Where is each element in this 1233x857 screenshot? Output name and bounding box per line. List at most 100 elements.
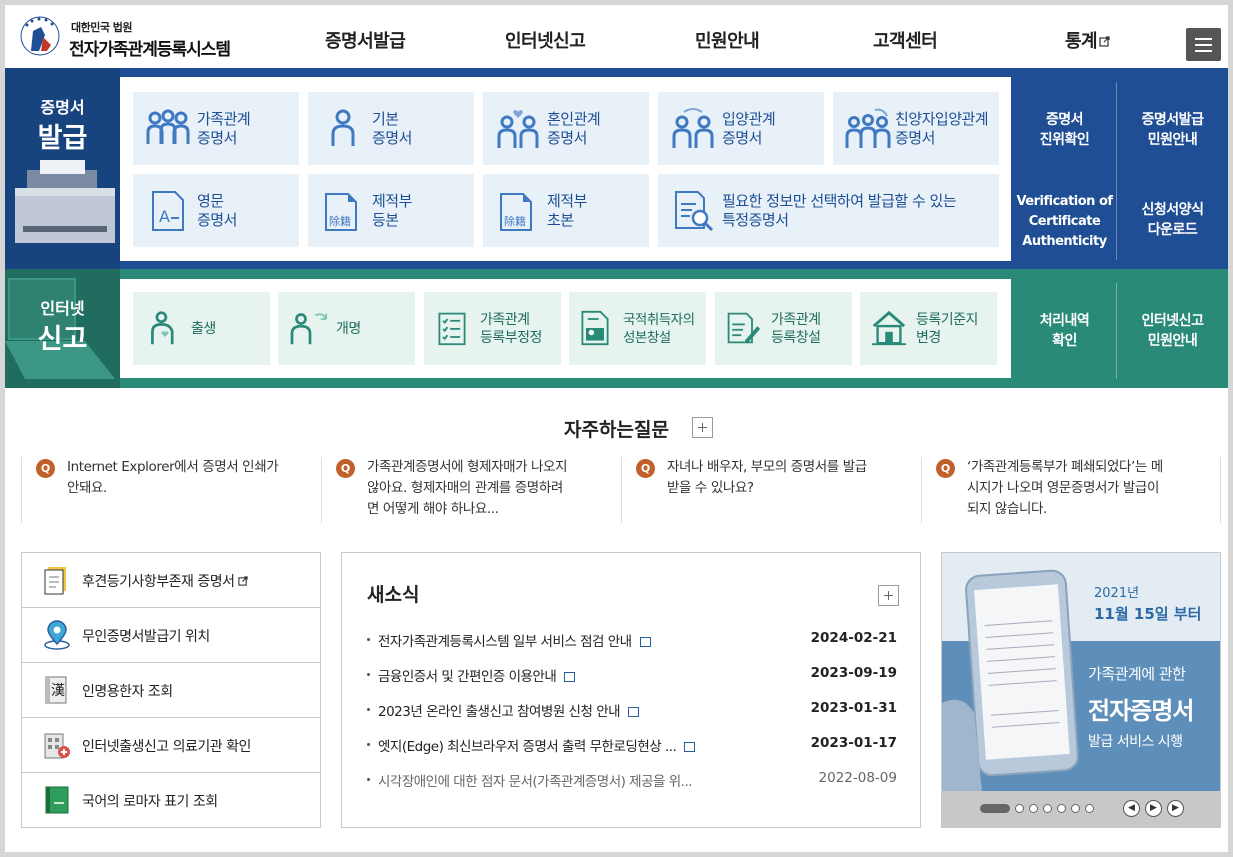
quick-link-hospital-check[interactable]: 인터넷출생신고 의료기관 확인	[22, 718, 320, 773]
banner-line1: 가족관계에 관한	[1088, 665, 1186, 683]
card-label: 등록기준지 변경	[916, 312, 978, 346]
faq-question: 가족관계증명서에 형제자매가 나오지 않아요. 형제자매의 관계를 증명하려 면…	[367, 459, 568, 517]
nav-customer[interactable]: 고객센터	[873, 27, 938, 53]
faq-more-button[interactable]	[692, 417, 713, 438]
card-rename[interactable]: 개명	[278, 292, 415, 365]
card-base-change[interactable]: 등록기준지 변경	[860, 292, 997, 365]
phone-certificate-illustration	[942, 569, 1079, 791]
pagination-dot[interactable]	[1071, 804, 1080, 813]
news-item-title: 금융인증서 및 간편인증 이용안내	[378, 665, 576, 685]
quick-link-label: 국어의 로마자 표기 조회	[82, 794, 218, 810]
bullet	[367, 708, 370, 711]
card-label: 혼인관계 증명서	[547, 110, 601, 147]
pagination-dot[interactable]	[1015, 804, 1024, 813]
quick-link-name-hanja[interactable]: 漢 인명용한자 조회	[22, 663, 320, 718]
card-specific-certificate[interactable]: 필요한 정보만 선택하여 발급할 수 있는 특정증명서	[658, 174, 999, 247]
nav-civil[interactable]: 민원안내	[695, 27, 760, 53]
faq-item[interactable]: Q ‘가족관계등록부가 폐쇄되었다’는 메 시지가 나오며 영문증명서가 발급이…	[921, 455, 1221, 523]
question-icon: Q	[36, 459, 55, 478]
news-item-title: 시각장애인에 대한 점자 문서(가족관계증명서) 제공을 위...	[378, 774, 693, 790]
faq-item[interactable]: Q Internet Explorer에서 증명서 인쇄가 안돼요.	[21, 455, 321, 523]
card-removed-register-abstract[interactable]: 除籍 제적부 초본	[483, 174, 649, 247]
card-label: 개명	[336, 321, 361, 337]
bullet	[367, 778, 370, 781]
hamburger-icon[interactable]	[1186, 28, 1221, 61]
report-section: 인터넷 신고 출생 개명 가족관계 등록부정정 국적취득자의 성본창설 가족관계…	[5, 269, 1228, 388]
next-arrow-icon[interactable]: ▶	[1167, 800, 1184, 817]
card-label: 제적부 등본	[372, 192, 412, 229]
green-book-icon	[45, 786, 69, 814]
quick-link-guardianship[interactable]: 후견등기사항부존재 증명서	[22, 553, 320, 608]
quick-links: 후견등기사항부존재 증명서 무인증명서발급기 위치 漢 인명용한자 조회 인터넷…	[21, 552, 321, 828]
issue-civil-guide-link[interactable]: 증명서발급 민원안내	[1117, 110, 1228, 150]
form-download-link[interactable]: 신청서양식 다운로드	[1117, 200, 1228, 240]
pause-icon[interactable]: ▶	[1145, 800, 1162, 817]
news-item[interactable]: 2023년 온라인 출생신고 참여병원 신청 안내 2023-01-31	[367, 700, 897, 722]
new-post-icon	[639, 637, 651, 647]
pagination-dot[interactable]	[1085, 804, 1094, 813]
person-icon	[331, 109, 355, 146]
new-post-icon	[628, 707, 640, 717]
svg-text:除籍: 除籍	[329, 214, 351, 228]
pagination-dot[interactable]	[1043, 804, 1052, 813]
question-icon: Q	[936, 459, 955, 478]
section-label-small: 인터넷	[40, 299, 85, 318]
page: 대한민국 법원 전자가족관계등록시스템 증명서발급 인터넷신고 민원안내 고객센…	[5, 5, 1228, 852]
quick-link-label: 인명용한자 조회	[82, 684, 173, 700]
card-full-adoption-certificate[interactable]: 친양자입양관계 증명서	[833, 92, 999, 165]
card-basic-certificate[interactable]: 기본 증명서	[308, 92, 474, 165]
svg-text:漢: 漢	[51, 683, 65, 699]
news-item-date: 2023-01-31	[810, 700, 897, 716]
news-title: 새소식	[367, 584, 420, 606]
card-register-correction[interactable]: 가족관계 등록부정정	[424, 292, 561, 365]
nav-certificate[interactable]: 증명서발급	[325, 27, 406, 53]
card-english-certificate[interactable]: A 영문 증명서	[133, 174, 299, 247]
card-birth[interactable]: 출생	[133, 292, 270, 365]
pagination-dot[interactable]	[1029, 804, 1038, 813]
report-section-label: 인터넷 신고	[5, 269, 120, 388]
card-removed-register-copy[interactable]: 除籍 제적부 등본	[308, 174, 474, 247]
nav-report[interactable]: 인터넷신고	[505, 27, 586, 53]
banner-year: 2021년	[1094, 586, 1140, 601]
news-item[interactable]: 시각장애인에 대한 점자 문서(가족관계증명서) 제공을 위... 2022-0…	[367, 770, 897, 792]
faq-item[interactable]: Q 가족관계증명서에 형제자매가 나오지 않아요. 형제자매의 관계를 증명하려…	[321, 455, 621, 523]
news-panel: 새소식 전자가족관계등록시스템 일부 서비스 점검 안내 2024-02-21 …	[341, 552, 921, 828]
card-register-creation[interactable]: 가족관계 등록창설	[715, 292, 852, 365]
news-item[interactable]: 금융인증서 및 간편인증 이용안내 2023-09-19	[367, 665, 897, 687]
quick-link-label: 후견등기사항부존재 증명서	[82, 571, 248, 591]
hospital-icon	[44, 733, 70, 759]
quick-link-kiosk-location[interactable]: 무인증명서발급기 위치	[22, 608, 320, 663]
banner-date: 11월 15일 부터	[1094, 605, 1202, 623]
nav-stats[interactable]: 통계	[1065, 27, 1110, 53]
nationality-icon	[581, 310, 609, 346]
site-logo[interactable]: 대한민국 법원 전자가족관계등록시스템	[19, 13, 249, 61]
promo-banner[interactable]: 2021년 11월 15일 부터 가족관계에 관한 전자증명서 발급 서비스 시…	[941, 552, 1221, 828]
news-item[interactable]: 엣지(Edge) 최신브라우저 증명서 출력 무한로딩현상 ... 2023-0…	[367, 735, 897, 757]
news-item-title: 2023년 온라인 출생신고 참여병원 신청 안내	[378, 700, 640, 720]
pagination-dot-active[interactable]	[980, 804, 1010, 813]
report-civil-guide-link[interactable]: 인터넷신고 민원안내	[1117, 311, 1228, 351]
quick-link-romanization[interactable]: 국어의 로마자 표기 조회	[22, 773, 320, 828]
card-marriage-certificate[interactable]: 혼인관계 증명서	[483, 92, 649, 165]
removed-register-icon: 除籍	[500, 193, 532, 231]
external-link-icon	[237, 576, 248, 586]
location-icon	[44, 620, 70, 650]
process-history-link[interactable]: 처리내역 확인	[1013, 311, 1116, 351]
news-more-button[interactable]	[878, 585, 899, 606]
main-nav: 증명서발급 인터넷신고 민원안내 고객센터 통계	[275, 5, 1115, 68]
faq-item[interactable]: Q 자녀나 배우자, 부모의 증명서를 발급 받을 수 있나요?	[621, 455, 921, 523]
card-adoption-certificate[interactable]: 입양관계 증명서	[658, 92, 824, 165]
faq-title-text: 자주하는질문	[564, 419, 669, 441]
printer-icon	[15, 160, 115, 243]
register-create-icon	[727, 312, 761, 344]
site-title: 전자가족관계등록시스템	[69, 40, 231, 60]
verify-certificate-link[interactable]: 증명서 진위확인	[1013, 110, 1116, 150]
org-name: 대한민국 법원	[71, 21, 133, 34]
card-naturalized-surname[interactable]: 국적취득자의 성본창설	[569, 292, 706, 365]
verification-english-link[interactable]: Verification of Certificate Authenticity	[1013, 192, 1116, 252]
question-icon: Q	[636, 459, 655, 478]
pagination-dot[interactable]	[1057, 804, 1066, 813]
news-item[interactable]: 전자가족관계등록시스템 일부 서비스 점검 안내 2024-02-21	[367, 630, 897, 652]
card-family-certificate[interactable]: 가족관계 증명서	[133, 92, 299, 165]
prev-arrow-icon[interactable]: ◀	[1123, 800, 1140, 817]
